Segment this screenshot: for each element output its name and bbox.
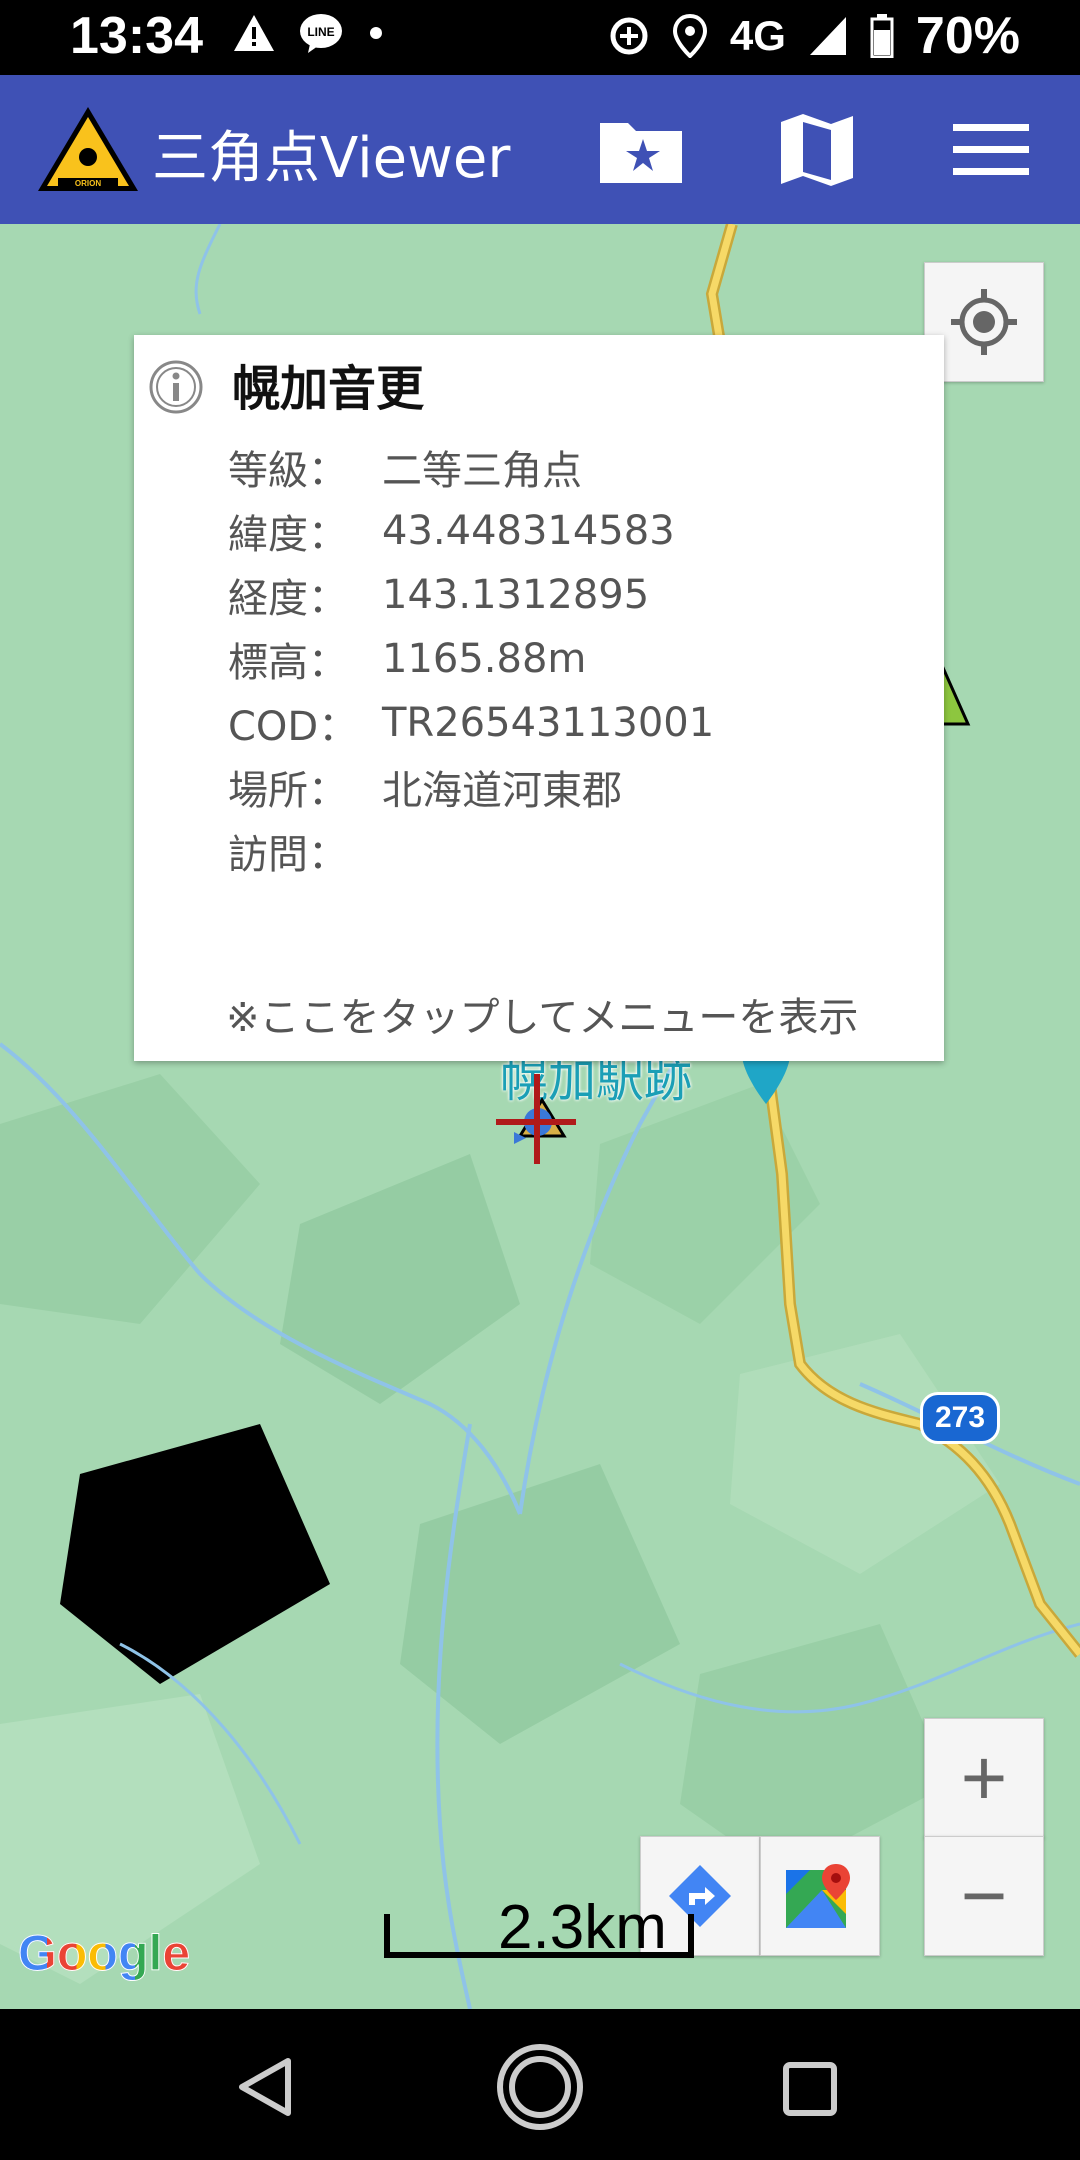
status-time: 13:34 [70, 7, 203, 65]
map-type-button[interactable] [772, 107, 862, 193]
selected-point-marker[interactable] [496, 1074, 576, 1164]
info-icon [149, 360, 203, 414]
info-key: COD： [228, 704, 359, 750]
info-value: 143.1312895 [382, 572, 650, 618]
info-key: 緯度： [228, 512, 348, 558]
info-rows: 等級： 二等三角点 緯度： 43.448314583 経度： 143.13128… [228, 435, 714, 883]
svg-text:ORION: ORION [75, 179, 101, 188]
location-icon [672, 14, 707, 58]
signal-icon [809, 17, 846, 55]
info-row-visited: 訪問： [228, 819, 714, 883]
system-navigation-bar [0, 2009, 1080, 2160]
info-value: 北海道河東郡 [382, 768, 622, 814]
info-row-grade: 等級： 二等三角点 [228, 435, 714, 499]
info-value: 43.448314583 [382, 508, 675, 554]
map-view[interactable]: 幌加駅跡 273 + − Google 2.3km 幌加音更 等級： 二等三角点… [0, 224, 1080, 2009]
home-icon[interactable] [494, 2041, 586, 2133]
info-value: TR26543113001 [382, 700, 715, 746]
info-hint: ※ここをタップしてメニューを表示 [226, 995, 859, 1041]
warning-icon [234, 15, 274, 51]
line-app-icon: LINE [300, 14, 342, 53]
app-bar: ORION 三角点Viewer [0, 75, 1080, 224]
info-row-elevation: 標高： 1165.88m [228, 627, 714, 691]
info-key: 場所： [228, 768, 348, 814]
favorites-button[interactable] [596, 107, 686, 193]
info-row-code: COD： TR26543113001 [228, 691, 714, 755]
svg-text:LINE: LINE [307, 25, 334, 39]
back-icon[interactable] [236, 2057, 296, 2117]
info-row-longitude: 経度： 143.1312895 [228, 563, 714, 627]
battery-icon [870, 14, 894, 58]
status-bar: 13:34 LINE 4G 70% [0, 0, 1080, 75]
info-title: 幌加音更 [232, 361, 425, 417]
route-badge: 273 [920, 1392, 1000, 1444]
data-saver-icon [610, 17, 648, 55]
app-logo: ORION [38, 107, 138, 191]
battery-level: 70% [915, 7, 1020, 65]
map-icon [781, 114, 853, 186]
info-key: 標高： [228, 640, 348, 686]
open-google-maps-button[interactable] [760, 1836, 880, 1956]
network-type: 4G [729, 12, 786, 59]
info-key: 訪問： [228, 832, 348, 878]
scale-label: 2.3km [498, 1893, 667, 1962]
info-window[interactable]: 幌加音更 等級： 二等三角点 緯度： 43.448314583 経度： 143.… [134, 335, 944, 1061]
info-row-location: 場所： 北海道河東郡 [228, 755, 714, 819]
recents-icon[interactable] [782, 2061, 838, 2117]
zoom-in-button[interactable]: + [924, 1718, 1044, 1838]
zoom-out-button[interactable]: − [924, 1836, 1044, 1956]
info-key: 等級： [228, 448, 348, 494]
google-maps-icon [786, 1864, 850, 1928]
info-value: 二等三角点 [382, 448, 582, 494]
crosshair-icon [951, 289, 1017, 355]
info-key: 経度： [228, 576, 348, 622]
menu-button[interactable] [946, 107, 1036, 193]
dot-icon [370, 27, 382, 39]
hamburger-menu-icon [953, 124, 1029, 175]
folder-star-icon [600, 123, 682, 183]
info-value: 1165.88m [382, 636, 587, 682]
app-title: 三角点Viewer [152, 126, 511, 191]
google-attribution: Google [17, 1925, 191, 1982]
info-row-latitude: 緯度： 43.448314583 [228, 499, 714, 563]
